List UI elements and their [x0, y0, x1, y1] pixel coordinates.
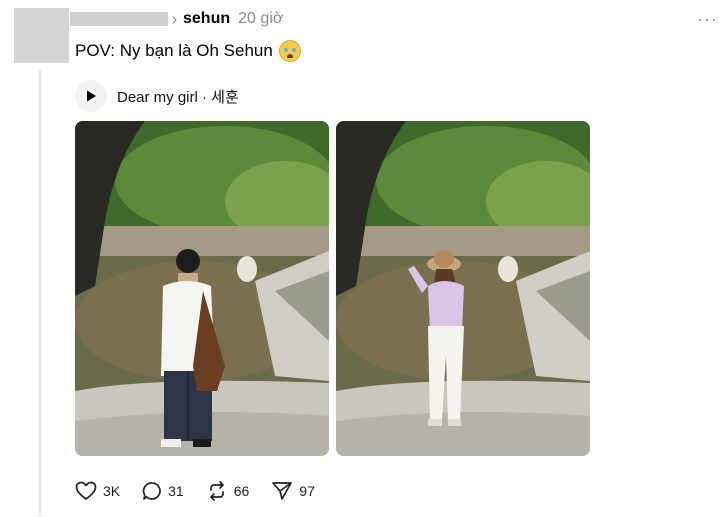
post-text-content: POV: Ny bạn là Oh Sehun [75, 41, 273, 60]
like-button[interactable]: 3K [75, 481, 120, 501]
play-icon [87, 90, 96, 102]
send-icon [272, 482, 293, 500]
avatar[interactable] [14, 8, 69, 63]
like-count: 3K [103, 483, 121, 499]
repost-count: 66 [233, 483, 250, 499]
repost-icon [209, 481, 224, 501]
post-time: 20 giờ [238, 10, 284, 27]
music-attachment: Dear my girl · 세훈 [75, 80, 239, 112]
chevron-right-icon: › [172, 8, 177, 30]
post-actions: 3K 31 66 97 [75, 481, 315, 501]
share-button[interactable]: 97 [271, 481, 315, 501]
thread-line [39, 70, 41, 515]
post-image-2[interactable] [336, 121, 590, 456]
more-options-icon[interactable]: ··· [697, 9, 718, 30]
share-count: 97 [299, 483, 315, 499]
redacted-username [70, 12, 168, 26]
author-name[interactable]: sehun [183, 10, 230, 28]
comment-button[interactable]: 31 [142, 481, 184, 501]
post-image-1[interactable] [75, 121, 329, 456]
comment-count: 31 [168, 483, 184, 499]
post-text: POV: Ny bạn là Oh Sehun [75, 40, 301, 62]
comment-icon [142, 482, 161, 500]
repost-button[interactable]: 66 [206, 481, 250, 501]
music-label: Dear my girl · 세훈 [117, 88, 239, 106]
heart-icon [75, 481, 97, 500]
play-button[interactable] [75, 80, 107, 112]
crying-face-emoji [278, 40, 301, 62]
post-header: › sehun 20 giờ [172, 8, 284, 30]
